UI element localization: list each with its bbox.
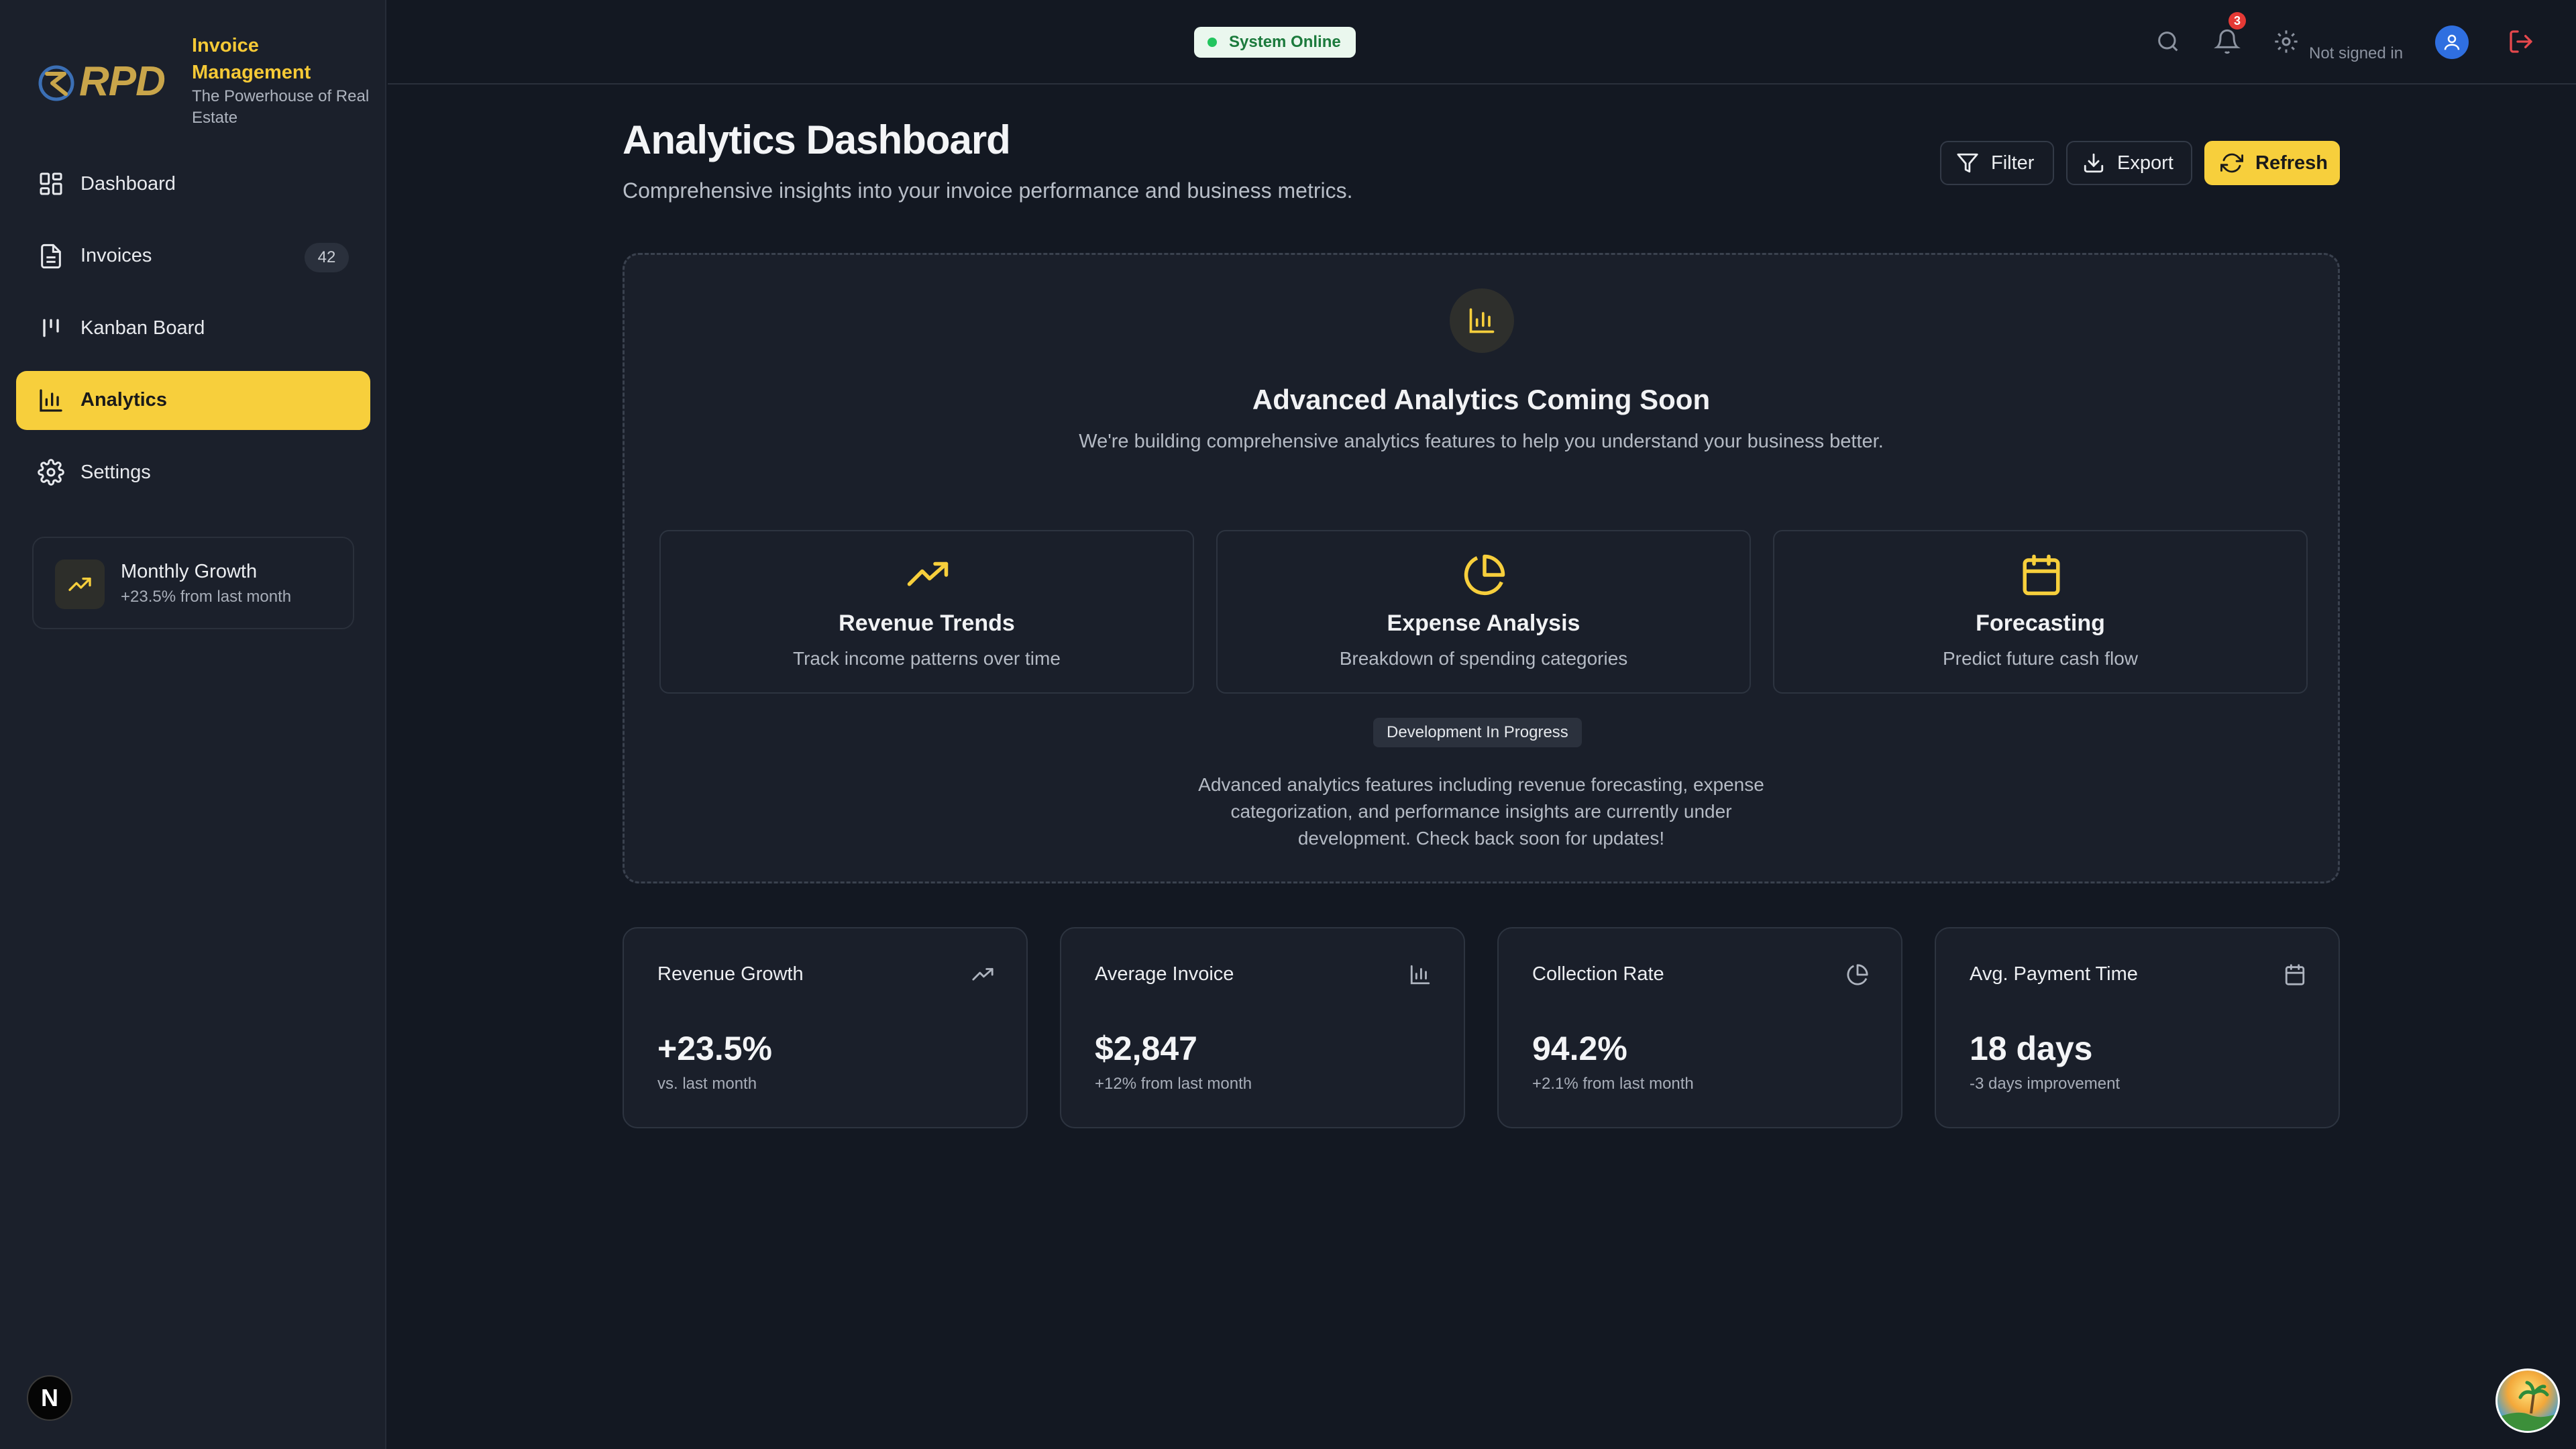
trending-up-icon <box>907 561 949 586</box>
rpd-swirl-icon <box>38 65 74 101</box>
stat-title: Collection Rate <box>1532 963 1664 985</box>
pie-chart-icon <box>1464 554 1505 596</box>
sidebar-item-invoices[interactable]: Invoices 42 <box>16 227 370 286</box>
development-status-badge: Development In Progress <box>1373 718 1582 747</box>
pie-chart-icon <box>1847 964 1868 985</box>
sidebar-item-label: Dashboard <box>80 172 176 195</box>
development-note-line: Advanced analytics features including re… <box>1198 774 1764 795</box>
sidebar: RPD Invoice Management The Powerhouse of… <box>0 0 386 1449</box>
stat-subtext: vs. last month <box>657 1075 757 1093</box>
bar-chart-icon <box>1450 288 1514 353</box>
page-title: Analytics Dashboard <box>623 117 1011 162</box>
gear-icon[interactable] <box>2273 28 2300 55</box>
system-status-label: System Online <box>1229 33 1341 51</box>
stat-value: +23.5% <box>657 1030 772 1067</box>
notification-count-badge: 3 <box>2229 12 2246 30</box>
development-note: Advanced analytics features including re… <box>625 771 2338 852</box>
stat-value: 94.2% <box>1532 1030 1627 1067</box>
stat-title: Avg. Payment Time <box>1970 963 2138 985</box>
user-avatar[interactable] <box>2435 25 2469 59</box>
page-subtitle: Comprehensive insights into your invoice… <box>623 178 1353 203</box>
brand-title: Invoice Management <box>192 35 311 83</box>
feature-card-forecasting: Forecasting Predict future cash flow <box>1773 530 2308 694</box>
top-header: System Online 3 Not signed in <box>388 0 2576 85</box>
coming-soon-panel: Advanced Analytics Coming Soon We're bui… <box>623 253 2340 883</box>
feature-card-revenue-trends: Revenue Trends Track income patterns ove… <box>659 530 1194 694</box>
kanban-icon <box>38 315 64 341</box>
stat-subtext: -3 days improvement <box>1970 1075 2121 1093</box>
brand-logo: RPD <box>38 58 178 106</box>
assistant-avatar[interactable] <box>2496 1368 2560 1433</box>
invoice-count-badge: 42 <box>305 242 349 272</box>
feature-card-expense-analysis: Expense Analysis Breakdown of spending c… <box>1216 530 1751 694</box>
refresh-icon <box>2220 153 2243 173</box>
user-status-text: Not signed in <box>2309 44 2404 62</box>
development-note-line: development. Check back soon for updates… <box>1297 828 1665 849</box>
bar-chart-icon <box>1410 965 1430 985</box>
trending-up-icon <box>55 559 105 609</box>
filter-icon <box>1957 153 1978 173</box>
logout-icon[interactable] <box>2508 28 2534 55</box>
calendar-icon <box>2023 554 2060 596</box>
sidebar-item-label: Settings <box>80 461 151 483</box>
coming-soon-subtitle: We're building comprehensive analytics f… <box>1079 431 1884 452</box>
filter-button[interactable]: Filter <box>1940 141 2054 185</box>
sidebar-item-dashboard[interactable]: Dashboard <box>16 154 370 213</box>
growth-title: Monthly Growth <box>121 561 258 582</box>
sidebar-item-label: Invoices <box>80 245 152 266</box>
feature-description: Track income patterns over time <box>793 648 1061 669</box>
export-button[interactable]: Export <box>2066 141 2192 185</box>
development-note-line: categorization, and performance insights… <box>1230 801 1732 822</box>
gear-icon <box>38 459 64 486</box>
monthly-growth-card: Monthly Growth +23.5% from last month <box>32 537 354 629</box>
dashboard-grid-icon <box>38 170 64 197</box>
stat-card-revenue-growth: Revenue Growth +23.5% vs. last month <box>623 927 1028 1128</box>
sidebar-item-analytics[interactable]: Analytics <box>16 370 370 430</box>
stat-value: 18 days <box>1970 1030 2093 1067</box>
brand-text: Invoice Management The Powerhouse of Rea… <box>192 32 380 129</box>
next-dev-tools-button[interactable]: N <box>27 1375 72 1421</box>
sidebar-item-label: Kanban Board <box>80 317 205 339</box>
bell-icon[interactable] <box>2214 28 2241 55</box>
sidebar-item-label: Analytics <box>80 389 167 411</box>
filter-button-label: Filter <box>1991 152 2035 174</box>
stat-card-collection-rate: Collection Rate 94.2% +2.1% from last mo… <box>1497 927 1902 1128</box>
bar-chart-icon <box>38 387 64 414</box>
stat-title: Revenue Growth <box>657 963 804 985</box>
sidebar-nav: Dashboard Invoices 42 Kanban Board Analy… <box>16 154 370 515</box>
file-text-icon <box>38 243 64 270</box>
system-status-badge: System Online <box>1194 27 1356 58</box>
feature-title: Revenue Trends <box>839 610 1015 636</box>
feature-title: Expense Analysis <box>1387 610 1580 636</box>
stat-title: Average Invoice <box>1095 963 1234 985</box>
brand-logo-text: RPD <box>79 58 166 105</box>
brand-subtitle: The Powerhouse of Real Estate <box>192 87 370 127</box>
refresh-button-label: Refresh <box>2255 152 2328 174</box>
calendar-icon <box>2285 964 2305 985</box>
stat-value: $2,847 <box>1095 1030 1197 1067</box>
download-icon <box>2084 153 2104 173</box>
growth-subtitle: +23.5% from last month <box>121 588 292 606</box>
stat-card-avg-payment-time: Avg. Payment Time 18 days -3 days improv… <box>1935 927 2340 1128</box>
feature-title: Forecasting <box>1976 610 2105 636</box>
refresh-button[interactable]: Refresh <box>2204 141 2340 185</box>
search-icon[interactable] <box>2155 28 2182 55</box>
status-dot <box>1208 38 1217 47</box>
feature-description: Breakdown of spending categories <box>1339 648 1628 669</box>
export-button-label: Export <box>2117 152 2174 174</box>
stat-subtext: +12% from last month <box>1095 1075 1252 1093</box>
brand[interactable]: RPD Invoice Management The Powerhouse of… <box>38 32 373 133</box>
sidebar-item-settings[interactable]: Settings <box>16 443 370 502</box>
sidebar-item-kanban-board[interactable]: Kanban Board <box>16 299 370 358</box>
trending-up-icon <box>972 968 994 981</box>
stat-card-average-invoice: Average Invoice $2,847 +12% from last mo… <box>1060 927 1465 1128</box>
coming-soon-title: Advanced Analytics Coming Soon <box>1252 384 1711 415</box>
stat-subtext: +2.1% from last month <box>1532 1075 1694 1093</box>
feature-description: Predict future cash flow <box>1942 648 2139 669</box>
